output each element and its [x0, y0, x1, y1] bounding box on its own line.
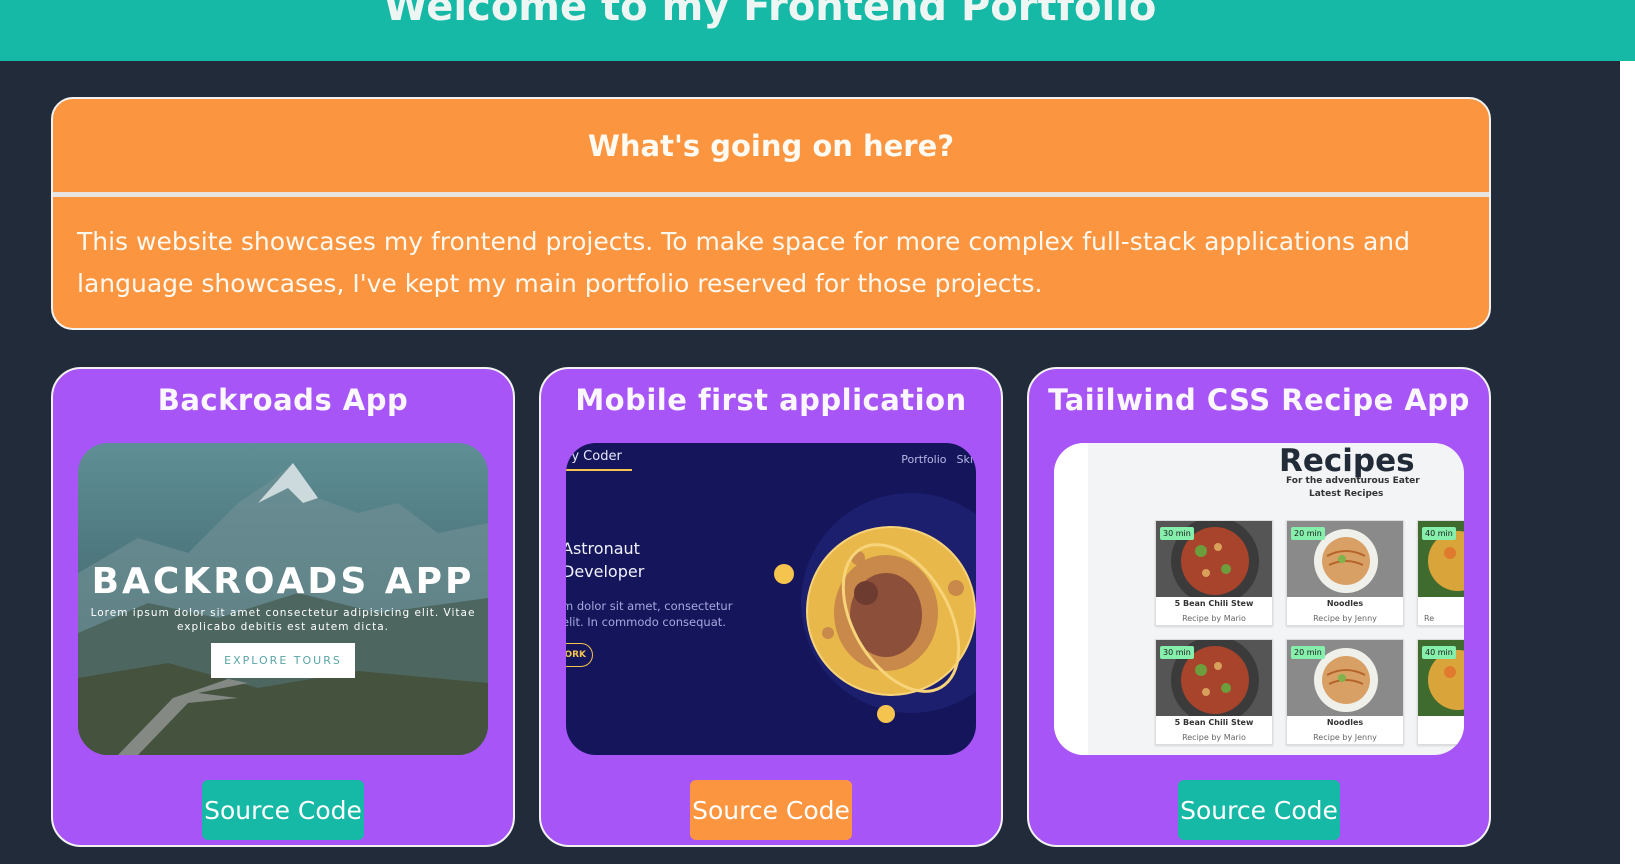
- recipe-name: Noodles: [1326, 718, 1364, 727]
- recipe-card: 40 min: [1417, 639, 1464, 745]
- recipe-name: Noodles: [1326, 599, 1364, 608]
- planet-icon: [774, 493, 976, 723]
- recipe-name: 5 Bean Chili Stew: [1174, 599, 1254, 608]
- recipe-card: 30 min 5 Bean Chili Stew Recipe by Mario: [1155, 520, 1273, 626]
- project-preview-image[interactable]: Recipes For the adventurous Eater Latest…: [1054, 443, 1464, 755]
- recipe-author: Recipe by Jenny: [1313, 614, 1377, 623]
- page-title: Welcome to my Frontend Portfolio: [383, 0, 1157, 30]
- project-preview-image[interactable]: ry Coder Portfolio Skil Astronaut Develop…: [566, 443, 976, 755]
- source-code-button[interactable]: Source Code: [202, 780, 364, 840]
- source-code-button[interactable]: Source Code: [690, 780, 852, 840]
- recipe-card: 20 min Noodles Recipe by Jenny: [1286, 520, 1404, 626]
- project-title: Taiilwind CSS Recipe App: [1048, 383, 1470, 417]
- project-card-recipe: Taiilwind CSS Recipe App Recipes For the…: [1027, 367, 1491, 847]
- recipe-card: 40 min Re: [1417, 520, 1464, 626]
- preview-sidebar: [1054, 443, 1088, 755]
- time-badge: 40 min: [1422, 527, 1456, 540]
- project-card-backroads: Backroads App BACKROADS APP Lorem ipsum …: [51, 367, 515, 847]
- recipe-author: Recipe by Mario: [1182, 733, 1246, 742]
- recipe-card: 30 min 5 Bean Chili Stew Recipe by Mario: [1155, 639, 1273, 745]
- preview-latest: Latest Recipes: [1309, 489, 1384, 499]
- project-title: Mobile first application: [575, 383, 967, 417]
- time-badge: 20 min: [1291, 646, 1325, 659]
- time-badge: 30 min: [1160, 527, 1194, 540]
- info-heading: What's going on here?: [587, 128, 955, 163]
- recipe-name: 5 Bean Chili Stew: [1174, 718, 1254, 727]
- preview-subtitle: For the adventurous Eater: [1286, 476, 1420, 486]
- preview-title: Recipes: [1279, 443, 1415, 479]
- project-card-mobile-first: Mobile first application ry Coder Portfo…: [539, 367, 1003, 847]
- site-header: Welcome to my Frontend Portfolio: [0, 0, 1635, 61]
- recipe-card: 20 min Noodles Recipe by Jenny: [1286, 639, 1404, 745]
- info-body: This website showcases my frontend proje…: [77, 227, 1411, 298]
- preview-brand: BACKROADS APP: [91, 561, 475, 602]
- time-badge: 30 min: [1160, 646, 1194, 659]
- preview-subtitle: Lorem ipsum dolor sit amet consectetur a…: [90, 607, 476, 633]
- recipe-author: Recipe by Mario: [1182, 614, 1246, 623]
- time-badge: 20 min: [1291, 527, 1325, 540]
- explore-tours-button: EXPLORE TOURS: [211, 643, 355, 678]
- page-edge: [1620, 61, 1635, 865]
- info-panel: What's going on here? This website showc…: [51, 97, 1491, 330]
- recipe-author: Re: [1424, 614, 1435, 623]
- project-preview-image[interactable]: BACKROADS APP Lorem ipsum dolor sit amet…: [78, 443, 488, 755]
- recipe-author: Recipe by Jenny: [1313, 733, 1377, 742]
- project-title: Backroads App: [157, 383, 409, 417]
- source-code-button[interactable]: Source Code: [1178, 780, 1340, 840]
- time-badge: 40 min: [1422, 646, 1456, 659]
